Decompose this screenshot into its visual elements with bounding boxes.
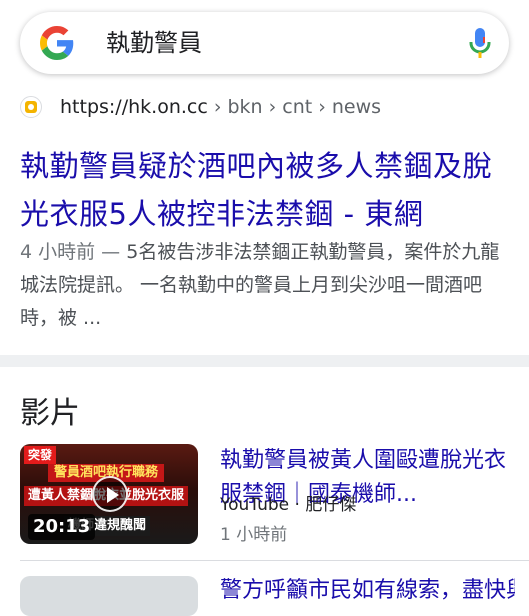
result-site-row[interactable]: https://hk.on.cc › bkn › cnt › news [20,94,381,120]
videos-heading: 影片 [20,396,80,431]
thumb-badge: 突發 [24,446,57,464]
snippet-time: 4 小時前 [20,241,96,263]
url-host: https://hk.on.cc [60,96,208,118]
microphone-icon[interactable] [469,27,491,59]
video-item[interactable]: 突發 警員酒吧執行職務 遭黃人禁錮脫衣並脫光衣服 機師違規醜聞 20:13 執勤… [20,444,529,545]
search-input[interactable]: 執勤警員 [106,26,202,60]
video-thumbnail[interactable]: 突發 警員酒吧執行職務 遭黃人禁錮脫衣並脫光衣服 機師違規醜聞 20:13 [20,444,198,544]
result-snippet: 4 小時前 — 5名被告涉非法禁錮正執勤警員，案件於九龍城法院提訊。 一名執勤中… [20,236,515,335]
next-video-thumbnail[interactable] [20,576,198,616]
result-title-link[interactable]: 執勤警員疑於酒吧內被多人禁錮及脫光衣服5人被控非法禁錮 - 東網 [20,142,515,238]
play-icon[interactable] [92,476,128,512]
section-divider [0,355,529,367]
video-source-row: YouTube · 肥仔傑 [220,490,515,515]
result-url[interactable]: https://hk.on.cc › bkn › cnt › news [60,96,381,118]
video-source: YouTube · 肥仔傑 [220,495,357,515]
site-favicon-icon [20,96,42,118]
row-divider [20,560,529,561]
search-header: 執勤警員 [0,0,529,86]
url-path: › bkn › cnt › news [207,96,382,118]
search-bar[interactable]: 執勤警員 [20,12,509,74]
video-time: 1 小時前 [220,525,288,545]
video-duration: 20:13 [28,514,96,540]
snippet-separator: — [95,241,127,263]
google-g-logo[interactable] [40,26,74,60]
next-video-title-link[interactable]: 警方呼籲市民如有線索，盡快與警方聯絡 [220,572,515,604]
